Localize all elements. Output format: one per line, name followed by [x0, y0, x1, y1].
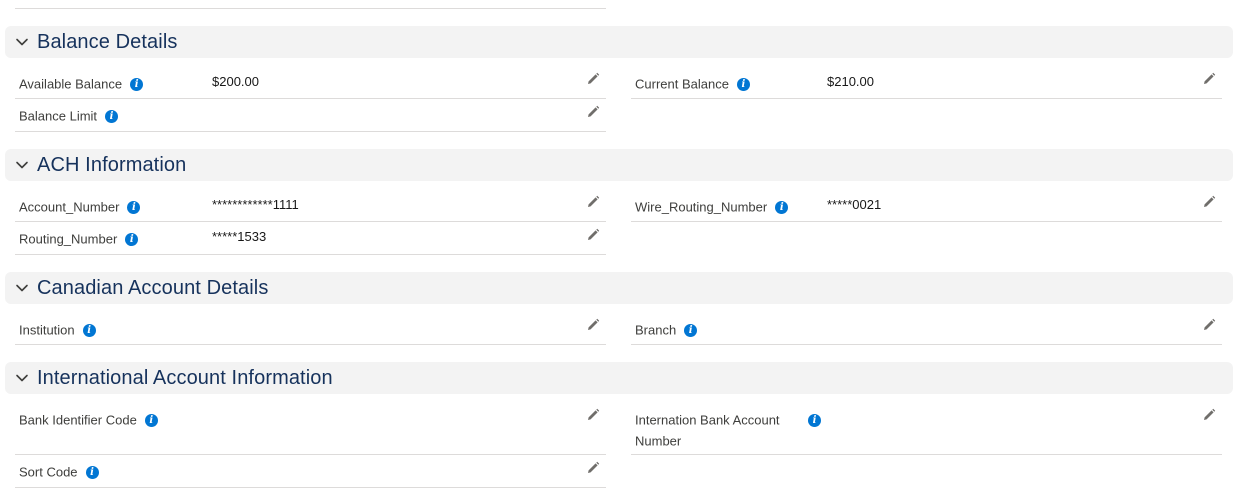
- field-branch: Branch i: [631, 312, 1222, 345]
- section-title: Balance Details: [37, 30, 178, 53]
- field-label: Internation Bank Account Number: [635, 412, 780, 449]
- field-label: Available Balance: [19, 76, 123, 92]
- field-label: Branch: [635, 322, 677, 338]
- section-header-balance-details[interactable]: Balance Details: [5, 26, 1233, 58]
- info-icon[interactable]: i: [144, 414, 158, 428]
- pencil-icon[interactable]: [586, 105, 602, 121]
- section-title: Canadian Account Details: [37, 276, 269, 299]
- info-icon[interactable]: i: [684, 324, 698, 338]
- pencil-icon[interactable]: [586, 195, 602, 211]
- section-header-ach-information[interactable]: ACH Information: [5, 149, 1233, 181]
- pencil-icon[interactable]: [586, 72, 602, 88]
- info-icon[interactable]: i: [808, 414, 821, 427]
- field-account-number: Account_Number i ************1111: [15, 189, 606, 222]
- top-divider: [15, 8, 606, 9]
- info-icon[interactable]: i: [736, 78, 750, 92]
- pencil-icon[interactable]: [1202, 318, 1218, 334]
- info-icon[interactable]: i: [125, 233, 139, 247]
- field-label: Balance Limit: [19, 108, 98, 124]
- pencil-icon[interactable]: [586, 318, 602, 334]
- info-icon[interactable]: i: [130, 78, 144, 92]
- section-title: ACH Information: [37, 153, 187, 176]
- section-header-international-account-information[interactable]: International Account Information: [5, 362, 1233, 394]
- chevron-down-icon[interactable]: [14, 370, 30, 386]
- info-icon[interactable]: i: [775, 201, 789, 215]
- field-value: $200.00: [212, 74, 259, 89]
- field-internation-bank-account-number: Internation Bank Account Number i: [631, 402, 1222, 455]
- pencil-icon[interactable]: [586, 408, 602, 424]
- pencil-icon[interactable]: [586, 461, 602, 477]
- field-current-balance: Current Balance i $210.00: [631, 66, 1222, 99]
- field-institution: Institution i: [15, 312, 606, 345]
- field-value: *****1533: [212, 229, 267, 244]
- field-label: Wire_Routing_Number: [635, 199, 768, 215]
- field-bank-identifier-code: Bank Identifier Code i: [15, 402, 606, 455]
- field-label: Institution: [19, 322, 75, 338]
- pencil-icon[interactable]: [1202, 408, 1218, 424]
- chevron-down-icon[interactable]: [14, 280, 30, 296]
- info-icon[interactable]: i: [85, 466, 99, 480]
- section-header-canadian-account-details[interactable]: Canadian Account Details: [5, 272, 1233, 304]
- field-routing-number: Routing_Number i *****1533: [15, 222, 606, 255]
- field-balance-limit: Balance Limit i: [15, 99, 606, 132]
- pencil-icon[interactable]: [1202, 72, 1218, 88]
- chevron-down-icon[interactable]: [14, 157, 30, 173]
- info-icon[interactable]: i: [105, 110, 119, 124]
- field-sort-code: Sort Code i: [15, 455, 606, 488]
- info-icon[interactable]: i: [82, 324, 96, 338]
- field-value: $210.00: [827, 74, 874, 89]
- field-label: Bank Identifier Code: [19, 412, 137, 428]
- field-value: *****0021: [827, 197, 882, 212]
- field-label: Routing_Number: [19, 231, 118, 247]
- field-available-balance: Available Balance i $200.00: [15, 66, 606, 99]
- field-label: Account_Number: [19, 199, 120, 215]
- pencil-icon[interactable]: [1202, 195, 1218, 211]
- pencil-icon[interactable]: [586, 228, 602, 244]
- info-icon[interactable]: i: [127, 201, 141, 215]
- field-wire-routing-number: Wire_Routing_Number i *****0021: [631, 189, 1222, 222]
- chevron-down-icon[interactable]: [14, 34, 30, 50]
- field-label: Sort Code: [19, 464, 78, 480]
- field-value: ************1111: [212, 197, 299, 212]
- field-label: Current Balance: [635, 76, 729, 92]
- section-title: International Account Information: [37, 366, 333, 389]
